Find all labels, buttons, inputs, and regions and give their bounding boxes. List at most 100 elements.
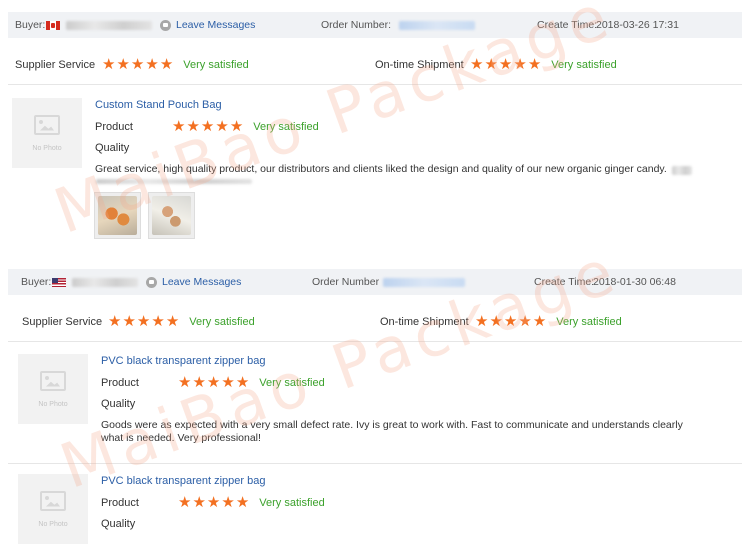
star-icon: ★ [498, 56, 513, 73]
buyer-label: Buyer: [15, 19, 46, 31]
image-placeholder-icon [40, 370, 66, 391]
star-icon: ★ [235, 374, 250, 391]
divider [8, 84, 742, 85]
create-time-label: Create Time: [537, 19, 598, 31]
supplier-service-rating: Supplier Service ★ ★ ★ ★ ★ Very satisfied [22, 314, 255, 329]
image-placeholder-icon [40, 490, 66, 511]
rating-text: Very satisfied [189, 315, 255, 328]
star-icon: ★ [186, 118, 200, 135]
product-label: Product [95, 120, 133, 133]
ontime-shipment-label: On-time Shipment [375, 58, 464, 71]
star-icon: ★ [221, 374, 235, 391]
star-rating: ★ ★ ★ ★ ★ [172, 119, 243, 134]
redacted-text [96, 179, 252, 184]
review-text: Great service, high quality product, our… [95, 163, 667, 175]
star-icon: ★ [192, 374, 206, 391]
star-icon: ★ [172, 118, 186, 135]
ontime-shipment-rating: On-time Shipment ★ ★ ★ ★ ★ Very satisfied [380, 314, 622, 329]
review-photo[interactable] [94, 192, 141, 239]
star-icon: ★ [229, 118, 244, 135]
star-rating: ★ ★ ★ ★ ★ [475, 314, 546, 329]
star-icon: ★ [221, 494, 235, 511]
star-icon: ★ [503, 313, 518, 330]
star-icon: ★ [178, 494, 192, 511]
product-rating: Product ★ ★ ★ ★ ★ Very satisfied [101, 495, 325, 510]
star-icon: ★ [532, 313, 547, 330]
rating-text: Very satisfied [551, 58, 617, 71]
rating-text: Very satisfied [253, 120, 319, 133]
star-rating: ★ ★ ★ ★ ★ [470, 57, 541, 72]
product-thumbnail[interactable]: No Photo [18, 354, 88, 424]
star-icon: ★ [145, 56, 159, 73]
divider [8, 463, 742, 464]
no-photo-text: No Photo [32, 144, 62, 152]
product-rating: Product ★ ★ ★ ★ ★ Very satisfied [95, 119, 319, 134]
photo-image [152, 196, 191, 235]
star-icon: ★ [206, 494, 221, 511]
supplier-service-label: Supplier Service [15, 58, 96, 71]
rating-text: Very satisfied [183, 58, 249, 71]
product-label: Product [101, 496, 139, 509]
star-icon: ★ [102, 56, 116, 73]
message-icon[interactable] [146, 276, 157, 288]
order-number-redacted[interactable] [399, 20, 476, 30]
buyer-name-redacted [66, 20, 152, 30]
quality-label: Quality [95, 142, 130, 154]
star-icon: ★ [513, 56, 527, 73]
buyer-label: Buyer: [21, 276, 52, 288]
star-rating: ★ ★ ★ ★ ★ [102, 57, 173, 72]
star-icon: ★ [215, 118, 229, 135]
star-icon: ★ [475, 313, 489, 330]
ontime-shipment-label: On-time Shipment [380, 315, 469, 328]
leave-messages-link[interactable]: Leave Messages [176, 19, 255, 31]
star-icon: ★ [484, 56, 498, 73]
product-title-link[interactable]: Custom Stand Pouch Bag [95, 99, 222, 111]
create-time-value: 2018-01-30 06:48 [593, 276, 676, 288]
star-icon: ★ [151, 313, 165, 330]
star-icon: ★ [178, 374, 192, 391]
rating-text: Very satisfied [556, 315, 622, 328]
create-time-label: Create Time: [534, 276, 595, 288]
star-icon: ★ [108, 313, 122, 330]
create-time-value: 2018-03-26 17:31 [596, 19, 679, 31]
star-icon: ★ [192, 494, 206, 511]
photo-image [98, 196, 137, 235]
product-thumbnail[interactable]: No Photo [18, 474, 88, 544]
star-icon: ★ [130, 56, 145, 73]
star-icon: ★ [235, 494, 250, 511]
supplier-service-rating: Supplier Service ★ ★ ★ ★ ★ Very satisfied [15, 57, 249, 72]
order-number-label: Order Number [312, 276, 380, 288]
no-photo-text: No Photo [38, 520, 68, 528]
star-rating: ★ ★ ★ ★ ★ [178, 375, 249, 390]
star-icon: ★ [159, 56, 174, 73]
canada-flag-icon [46, 20, 60, 30]
order-number-redacted[interactable] [383, 277, 466, 287]
product-title-link[interactable]: PVC black transparent zipper bag [101, 355, 265, 367]
divider [8, 341, 742, 342]
star-icon: ★ [489, 313, 503, 330]
star-icon: ★ [122, 313, 136, 330]
order-number-label: Order Number: [321, 19, 392, 31]
rating-text: Very satisfied [259, 496, 325, 509]
product-rating: Product ★ ★ ★ ★ ★ Very satisfied [101, 375, 325, 390]
image-placeholder-icon [34, 114, 60, 135]
star-icon: ★ [165, 313, 180, 330]
product-title-link[interactable]: PVC black transparent zipper bag [101, 475, 265, 487]
leave-messages-link[interactable]: Leave Messages [162, 276, 241, 288]
rating-text: Very satisfied [259, 376, 325, 389]
redacted-text [672, 166, 692, 175]
order-header: Buyer: Leave Messages Order Number: Crea… [8, 12, 742, 38]
star-icon: ★ [518, 313, 532, 330]
star-icon: ★ [470, 56, 484, 73]
review-text: Goods were as expected with a very small… [101, 419, 683, 444]
product-thumbnail[interactable]: No Photo [12, 98, 82, 168]
review-photo[interactable] [148, 192, 195, 239]
star-icon: ★ [527, 56, 542, 73]
quality-label: Quality [101, 518, 136, 530]
star-rating: ★ ★ ★ ★ ★ [108, 314, 179, 329]
product-label: Product [101, 376, 139, 389]
ontime-shipment-rating: On-time Shipment ★ ★ ★ ★ ★ Very satisfied [375, 57, 617, 72]
star-rating: ★ ★ ★ ★ ★ [178, 495, 249, 510]
message-icon[interactable] [160, 19, 171, 31]
quality-label: Quality [101, 398, 136, 410]
